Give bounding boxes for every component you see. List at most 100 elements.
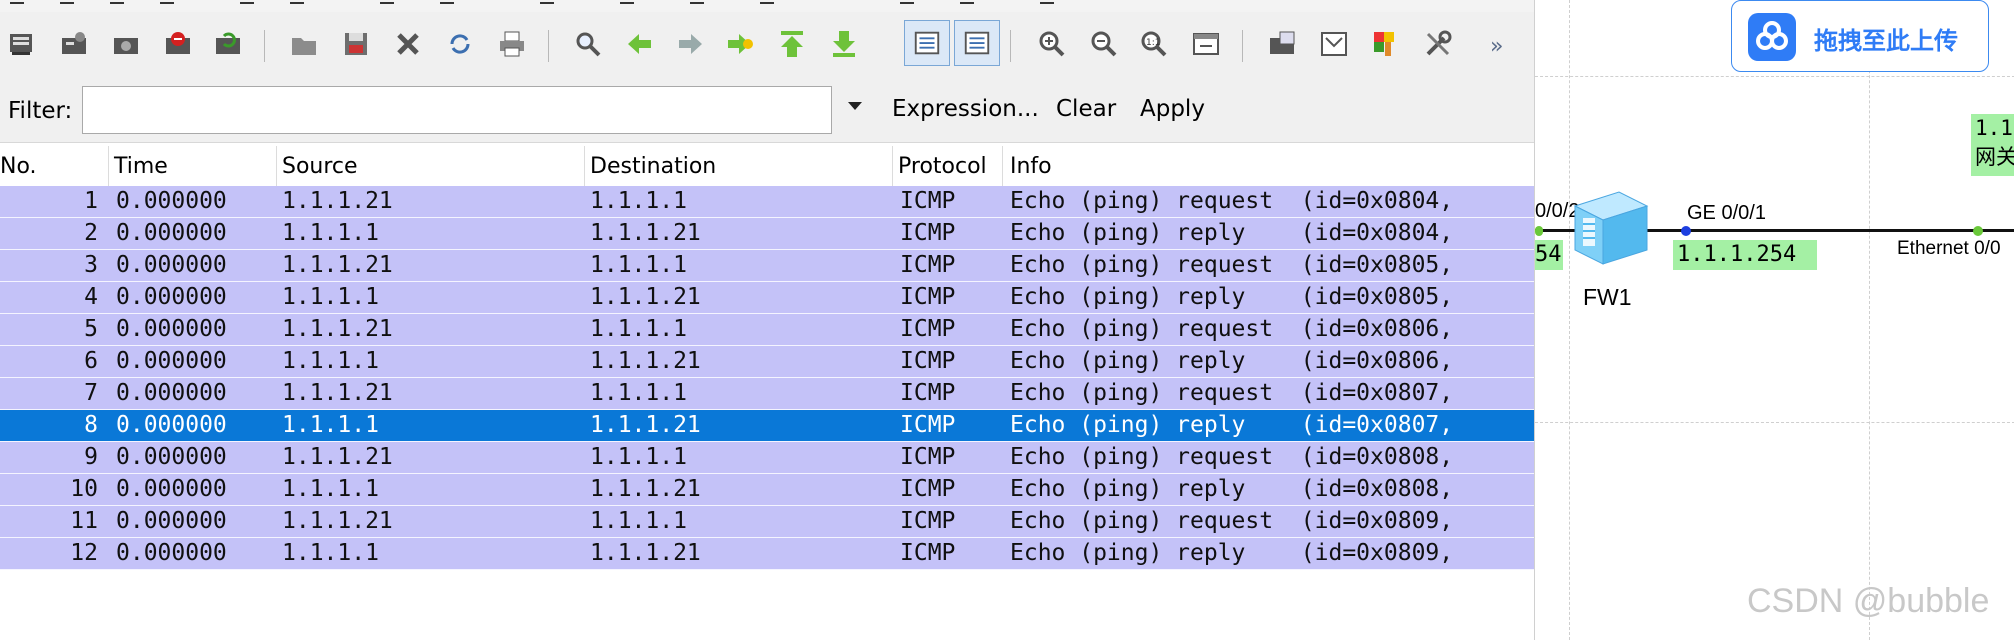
toolbar-separator	[264, 30, 265, 62]
packet-cell-time: 0.000000	[116, 220, 227, 246]
filter-input[interactable]	[82, 86, 832, 134]
packet-cell-info: Echo (ping) request (id=0x0806,	[1010, 316, 1454, 342]
colorize-icon[interactable]	[904, 20, 950, 66]
apply-button[interactable]: Apply	[1140, 96, 1205, 122]
packet-cell-info: Echo (ping) request (id=0x0804,	[1010, 188, 1454, 214]
packet-list-header: No. Time Source Destination Protocol Inf…	[0, 146, 1534, 187]
toolbar-more-button[interactable]: »	[1490, 34, 1503, 59]
restart-capture-icon[interactable]	[210, 26, 246, 62]
drag-upload-button[interactable]: 拖拽至此上传	[1731, 0, 1989, 72]
packet-cell-dst: 1.1.1.1	[590, 444, 687, 470]
packet-cell-no: 6	[84, 348, 98, 374]
normal-size-icon[interactable]: 1:1	[1136, 26, 1172, 62]
interface-list-icon[interactable]	[4, 26, 40, 62]
packet-cell-proto: ICMP	[900, 284, 956, 310]
zoom-out-icon[interactable]	[1086, 26, 1122, 62]
packet-row[interactable]: 12 0.000000 1.1.1.1 1.1.1.21 ICMP Echo (ping)…	[0, 538, 1534, 570]
packet-cell-proto: ICMP	[900, 188, 956, 214]
column-header-destination[interactable]: Destination	[590, 154, 716, 179]
column-header-source[interactable]: Source	[282, 154, 358, 179]
network-note[interactable]: 1.1 网关	[1971, 114, 2014, 176]
stop-capture-icon[interactable]	[160, 26, 196, 62]
packet-cell-info: Echo (ping) request (id=0x0808,	[1010, 444, 1454, 470]
ip-label-left: 54	[1535, 240, 1563, 270]
resize-columns-icon[interactable]	[1188, 26, 1224, 62]
packet-cell-proto: ICMP	[900, 380, 956, 406]
find-packet-icon[interactable]	[570, 26, 606, 62]
packet-row[interactable]: 8 0.000000 1.1.1.1 1.1.1.21 ICMP Echo (ping) …	[0, 410, 1534, 442]
coloring-rules-icon[interactable]	[1368, 26, 1404, 62]
main-toolbar: 1:1 »	[0, 12, 1534, 80]
save-file-icon[interactable]	[338, 26, 374, 62]
filter-label: Filter:	[8, 98, 73, 124]
close-file-icon[interactable]	[390, 26, 426, 62]
packet-cell-dst: 1.1.1.21	[590, 348, 701, 374]
packet-cell-no: 7	[84, 380, 98, 406]
packet-cell-proto: ICMP	[900, 444, 956, 470]
packet-row[interactable]: 6 0.000000 1.1.1.1 1.1.1.21 ICMP Echo (ping) …	[0, 346, 1534, 378]
packet-list: 1 0.000000 1.1.1.21 1.1.1.1 ICMP Echo (ping) …	[0, 186, 1534, 570]
packet-cell-info: Echo (ping) request (id=0x0805,	[1010, 252, 1454, 278]
start-capture-icon[interactable]	[108, 26, 144, 62]
toolbar-separator	[548, 30, 549, 62]
packet-row[interactable]: 9 0.000000 1.1.1.21 1.1.1.1 ICMP Echo (ping) …	[0, 442, 1534, 474]
packet-cell-src: 1.1.1.21	[282, 444, 393, 470]
capture-options-icon[interactable]	[56, 26, 92, 62]
packet-row[interactable]: 10 0.000000 1.1.1.1 1.1.1.21 ICMP Echo (ping)…	[0, 474, 1534, 506]
open-file-icon[interactable]	[286, 26, 322, 62]
packet-row[interactable]: 3 0.000000 1.1.1.21 1.1.1.1 ICMP Echo (ping) …	[0, 250, 1534, 282]
packet-cell-src: 1.1.1.21	[282, 252, 393, 278]
column-header-protocol[interactable]: Protocol	[898, 154, 987, 179]
capture-filters-icon[interactable]	[1264, 26, 1300, 62]
go-last-icon[interactable]	[826, 26, 862, 62]
zoom-in-icon[interactable]	[1034, 26, 1070, 62]
column-header-time[interactable]: Time	[114, 154, 168, 179]
topology-canvas[interactable]: 拖拽至此上传 1.1 网关 0/0/2 54 FW1 GE 0/0/1 1.1.…	[1534, 0, 2014, 640]
packet-cell-no: 8	[84, 412, 98, 438]
packet-cell-src: 1.1.1.21	[282, 508, 393, 534]
ip-label-ge: 1.1.1.254	[1673, 240, 1817, 270]
packet-cell-dst: 1.1.1.1	[590, 188, 687, 214]
packet-cell-dst: 1.1.1.1	[590, 316, 687, 342]
packet-row[interactable]: 11 0.000000 1.1.1.21 1.1.1.1 ICMP Echo (ping)…	[0, 506, 1534, 538]
packet-cell-info: Echo (ping) request (id=0x0809,	[1010, 508, 1454, 534]
auto-scroll-icon[interactable]	[954, 20, 1000, 66]
port-label-ethernet: Ethernet 0/0	[1897, 238, 2001, 259]
packet-row[interactable]: 4 0.000000 1.1.1.1 1.1.1.21 ICMP Echo (ping) …	[0, 282, 1534, 314]
go-forward-icon[interactable]	[672, 26, 708, 62]
go-to-packet-icon[interactable]	[722, 26, 758, 62]
firewall-device-icon[interactable]	[1567, 188, 1651, 272]
reload-icon[interactable]	[442, 26, 478, 62]
packet-cell-no: 11	[70, 508, 98, 534]
packet-cell-no: 5	[84, 316, 98, 342]
packet-cell-info: Echo (ping) reply (id=0x0806,	[1010, 348, 1454, 374]
packet-cell-time: 0.000000	[116, 412, 227, 438]
packet-cell-time: 0.000000	[116, 444, 227, 470]
packet-cell-dst: 1.1.1.21	[590, 540, 701, 566]
packet-cell-info: Echo (ping) reply (id=0x0805,	[1010, 284, 1454, 310]
column-header-no[interactable]: No.	[0, 154, 37, 179]
expression-button[interactable]: Expression...	[892, 96, 1039, 122]
preferences-icon[interactable]	[1420, 26, 1456, 62]
packet-cell-src: 1.1.1.1	[282, 348, 379, 374]
packet-row[interactable]: 2 0.000000 1.1.1.1 1.1.1.21 ICMP Echo (ping) …	[0, 218, 1534, 250]
packet-row[interactable]: 7 0.000000 1.1.1.21 1.1.1.1 ICMP Echo (ping) …	[0, 378, 1534, 410]
packet-cell-info: Echo (ping) reply (id=0x0807,	[1010, 412, 1454, 438]
cloud-upload-icon	[1748, 13, 1796, 61]
packet-row[interactable]: 5 0.000000 1.1.1.21 1.1.1.1 ICMP Echo (ping) …	[0, 314, 1534, 346]
packet-cell-dst: 1.1.1.1	[590, 508, 687, 534]
filter-dropdown-icon[interactable]	[848, 102, 862, 110]
column-header-info[interactable]: Info	[1010, 154, 1052, 179]
go-first-icon[interactable]	[774, 26, 810, 62]
watermark: CSDN @bubble	[1747, 582, 1990, 620]
print-icon[interactable]	[494, 26, 530, 62]
packet-cell-no: 10	[70, 476, 98, 502]
packet-cell-src: 1.1.1.21	[282, 188, 393, 214]
packet-cell-dst: 1.1.1.21	[590, 476, 701, 502]
go-back-icon[interactable]	[622, 26, 658, 62]
clear-button[interactable]: Clear	[1056, 96, 1116, 122]
packet-cell-src: 1.1.1.1	[282, 220, 379, 246]
display-filters-icon[interactable]	[1316, 26, 1352, 62]
packet-row[interactable]: 1 0.000000 1.1.1.21 1.1.1.1 ICMP Echo (ping) …	[0, 186, 1534, 218]
note-line-1: 1.1	[1975, 116, 2013, 140]
